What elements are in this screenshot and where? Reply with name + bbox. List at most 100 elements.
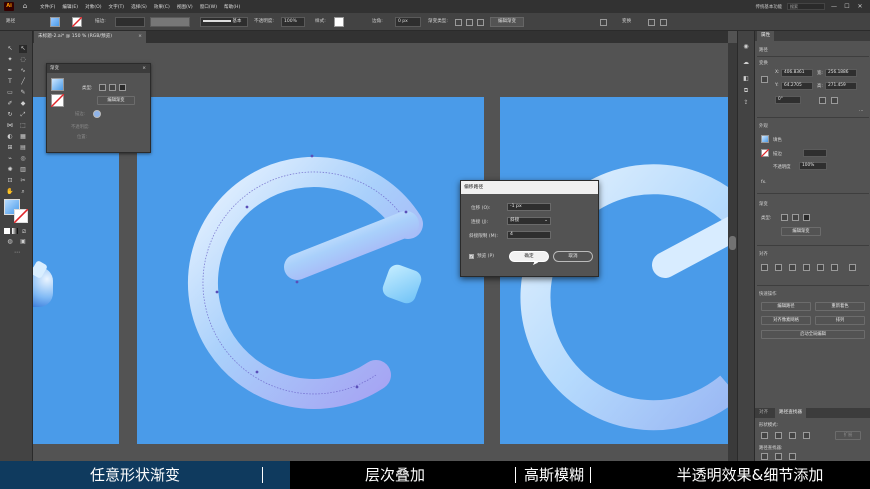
gradient-preview-swatch[interactable] [51, 78, 64, 91]
radial-gradient-icon[interactable] [466, 19, 473, 26]
symbol-sprayer-icon[interactable]: ✺ [6, 166, 14, 174]
shape-builder-icon[interactable]: ◐ [6, 133, 14, 141]
radial-gradient-panel-icon[interactable] [792, 214, 799, 221]
align-hcenter-icon[interactable] [775, 264, 782, 271]
rotate-field[interactable]: 0° [775, 96, 801, 104]
align-vcenter-icon[interactable] [817, 264, 824, 271]
edit-toolbar-icon[interactable]: ⋯ [13, 249, 21, 257]
trim-icon[interactable] [775, 453, 782, 460]
menu-view[interactable]: 视图(V) [177, 4, 193, 10]
flip-horizontal-icon[interactable] [819, 97, 826, 104]
curvature-tool-icon[interactable]: ∿ [19, 67, 27, 75]
gradient-stroke-swatch[interactable] [51, 94, 64, 107]
zoom-tool-icon[interactable]: ⌕ [19, 188, 27, 196]
cancel-button[interactable]: 取消 [553, 251, 593, 262]
color-mode-icon[interactable] [4, 228, 10, 234]
color-panel-icon[interactable]: ◉ [742, 43, 750, 51]
vertical-scrollbar[interactable] [728, 43, 737, 461]
linear-gradient-icon[interactable] [455, 19, 462, 26]
global-edit-button[interactable]: 启动全局编辑 [761, 330, 865, 339]
blend-tool-icon[interactable]: ◎ [19, 155, 27, 163]
freeform-type-icon[interactable] [119, 84, 126, 91]
maximize-button[interactable]: ☐ [843, 3, 851, 10]
document-tab[interactable]: 未标题-2.ai* @ 150 % (RGB/预览) × [34, 31, 146, 43]
draw-mode-icon[interactable]: ◍ [6, 238, 14, 246]
menu-window[interactable]: 窗口(W) [200, 4, 217, 10]
workspace-switcher[interactable]: 传统基本功能 [756, 4, 782, 10]
type-tool-icon[interactable]: T [6, 78, 14, 86]
gradient-panel-header[interactable]: 渐变 × [47, 64, 150, 73]
eraser-icon[interactable]: ◆ [19, 100, 27, 108]
recolor-button[interactable]: 重新着色 [815, 302, 865, 311]
tab-pathfinder[interactable]: 路径查找器 [775, 408, 806, 418]
gradient-panel-close-icon[interactable]: × [142, 64, 146, 73]
none-mode-icon[interactable]: ⧄ [20, 228, 28, 236]
gradient-stop[interactable] [93, 110, 101, 118]
freeform-gradient-icon[interactable] [477, 19, 484, 26]
linear-gradient-panel-icon[interactable] [781, 214, 788, 221]
line-tool-icon[interactable]: ╱ [19, 78, 27, 86]
align-top-icon[interactable] [803, 264, 810, 271]
tab-properties[interactable]: 属性 [757, 31, 775, 41]
edit-gradient-panel-button[interactable]: 编辑渐变 [781, 227, 821, 236]
align-left-icon[interactable] [761, 264, 768, 271]
lasso-icon[interactable]: ◌ [19, 56, 27, 64]
linear-type-icon[interactable] [99, 84, 106, 91]
edit-gradient-button[interactable]: 编辑渐变 [490, 17, 524, 27]
edit-path-button[interactable]: 编辑路径 [761, 302, 811, 311]
align-bottom-icon[interactable] [831, 264, 838, 271]
menu-icon[interactable] [660, 19, 667, 26]
intersect-icon[interactable] [789, 432, 796, 439]
expand-button[interactable]: 扩展 [835, 431, 861, 440]
align-to-icon[interactable] [849, 264, 856, 271]
offset-input[interactable]: -1 px [507, 203, 551, 211]
variable-width-field[interactable] [150, 17, 190, 27]
menu-edit[interactable]: 编辑(E) [62, 4, 78, 10]
divide-icon[interactable] [761, 453, 768, 460]
rectangle-tool-icon[interactable]: ▭ [6, 89, 14, 97]
y-field[interactable]: 64.2705 [781, 82, 813, 90]
slice-tool-icon[interactable]: ✂ [19, 177, 27, 185]
search-input[interactable]: 搜索 [787, 3, 825, 10]
libraries-panel-icon[interactable]: ☁ [742, 59, 750, 67]
more-options-icon[interactable]: ⋯ [859, 109, 863, 114]
dialog-title[interactable]: 偏移路径 [461, 181, 598, 194]
gradient-tool-icon[interactable]: ▤ [19, 144, 27, 152]
rotate-tool-icon[interactable]: ↻ [6, 111, 14, 119]
merge-icon[interactable] [789, 453, 796, 460]
minimize-button[interactable]: — [830, 3, 838, 10]
isolate-icon[interactable] [648, 19, 655, 26]
scale-tool-icon[interactable]: ⤢ [19, 111, 27, 119]
minus-front-icon[interactable] [775, 432, 782, 439]
selection-tool-icon[interactable]: ↖ [6, 45, 14, 53]
magic-wand-icon[interactable]: ✦ [6, 56, 14, 64]
pen-tool-icon[interactable]: ✒ [6, 67, 14, 75]
scrollbar-thumb[interactable] [729, 236, 736, 250]
radial-type-icon[interactable] [109, 84, 116, 91]
joins-select[interactable]: 斜接 ⌄ [507, 217, 551, 225]
graph-tool-icon[interactable]: ▥ [19, 166, 27, 174]
perspective-grid-icon[interactable]: ▦ [19, 133, 27, 141]
image-trace-icon[interactable]: ◧ [742, 75, 750, 83]
menu-object[interactable]: 对象(O) [85, 4, 101, 10]
menu-effect[interactable]: 效果(C) [154, 4, 170, 10]
stroke-weight-panel[interactable] [803, 149, 827, 157]
menu-select[interactable]: 选择(S) [131, 4, 147, 10]
close-button[interactable]: ✕ [856, 3, 864, 10]
align-right-icon[interactable] [789, 264, 796, 271]
tab-align[interactable]: 对齐 [755, 408, 772, 418]
menu-file[interactable]: 文件(F) [40, 4, 55, 10]
align-pixel-grid-button[interactable]: 对齐像素网格 [761, 316, 811, 325]
align-icon[interactable] [600, 19, 607, 26]
opacity-field-panel[interactable]: 100% [799, 162, 827, 170]
gradient-edit-button[interactable]: 编辑渐变 [97, 96, 135, 105]
width-tool-icon[interactable]: ⋈ [6, 122, 14, 130]
home-icon[interactable]: ⌂ [20, 2, 30, 11]
miter-limit-input[interactable]: 4 [507, 231, 551, 239]
graphic-style-swatch[interactable] [334, 17, 344, 27]
opacity-field[interactable]: 100% [281, 17, 305, 27]
corner-field[interactable]: 0 px [395, 17, 421, 27]
fx-icon[interactable]: fx. [761, 180, 767, 185]
asset-export-icon[interactable]: ⇪ [742, 99, 750, 107]
fill-swatch-panel[interactable] [761, 135, 769, 143]
